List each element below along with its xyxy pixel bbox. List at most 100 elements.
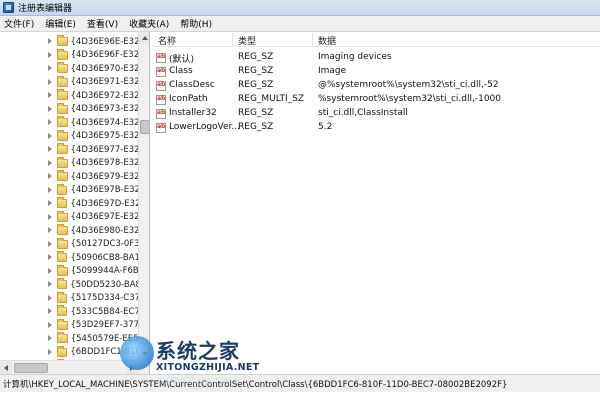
registry-key-tree[interactable]: {4D36E96E-E325 {4D36E96F-E325 {4D36E970-E3… bbox=[0, 32, 150, 374]
tree-item-label: {5450579E-EE56 bbox=[70, 333, 138, 344]
value-data: @%systemroot%\system32\sti_ci.dll,-52 bbox=[318, 80, 499, 90]
list-header: 名称 类型 数据 bbox=[152, 32, 600, 47]
value-type: REG_MULTI_SZ bbox=[238, 94, 305, 104]
value-data: %systemroot%\system32\sti_ci.dll,-1000 bbox=[318, 94, 501, 104]
tree-item-label: {5099944A-F6B9 bbox=[70, 266, 138, 277]
string-value-icon bbox=[156, 123, 166, 133]
expand-arrow-icon[interactable] bbox=[47, 348, 53, 356]
tree-item[interactable]: {533C5B84-EC70 bbox=[0, 305, 138, 319]
expand-arrow-icon[interactable] bbox=[47, 132, 53, 140]
tree-vertical-scrollbar[interactable] bbox=[138, 32, 149, 360]
expand-arrow-icon[interactable] bbox=[47, 200, 53, 207]
folder-icon bbox=[57, 305, 68, 317]
expand-arrow-icon[interactable] bbox=[47, 51, 53, 59]
value-type: REG_SZ bbox=[238, 80, 274, 90]
value-data: sti_ci.dll,ClassInstall bbox=[318, 108, 408, 118]
menu-view[interactable]: 查看(V) bbox=[83, 17, 122, 30]
value-name: IconPath bbox=[169, 94, 208, 104]
scroll-up-arrow-icon[interactable] bbox=[139, 32, 149, 44]
expand-arrow-icon[interactable] bbox=[47, 38, 53, 45]
column-header-name[interactable]: 名称 bbox=[158, 34, 176, 47]
tree-item[interactable]: {4D36E980-E325 bbox=[0, 224, 138, 238]
expand-arrow-icon[interactable] bbox=[47, 119, 53, 126]
tree-item-label: {50127DC3-0F36 bbox=[70, 239, 139, 250]
expand-arrow-icon[interactable] bbox=[47, 240, 53, 248]
tree-item[interactable]: {4D36E96E-E325 bbox=[0, 35, 138, 49]
tree-item[interactable]: {4D36E978-E325 bbox=[0, 156, 138, 171]
tree-item[interactable]: {4D36E97D-E325 bbox=[0, 197, 138, 211]
tree-item[interactable]: {50127DC3-0F36 bbox=[0, 237, 139, 252]
expand-arrow-icon[interactable] bbox=[47, 294, 53, 302]
value-data: Image bbox=[318, 66, 347, 76]
expand-arrow-icon[interactable] bbox=[47, 186, 53, 194]
tree-item-label: {4D36E972-E325 bbox=[70, 90, 139, 101]
registry-value-row[interactable]: Class REG_SZ Image bbox=[152, 65, 600, 79]
registry-value-row[interactable]: Installer32 REG_SZ sti_ci.dll,ClassInstall bbox=[152, 107, 600, 121]
tree-hscroll-thumb[interactable] bbox=[14, 363, 48, 373]
tree-item[interactable]: {5099944A-F6B9 bbox=[0, 264, 138, 279]
string-value-icon bbox=[156, 53, 166, 63]
menu-file[interactable]: 文件(F) bbox=[0, 17, 38, 30]
registry-value-row[interactable]: LowerLogoVer...REG_SZ 5.2 bbox=[152, 121, 600, 135]
tree-item[interactable]: {4D36E974-E325 bbox=[0, 116, 138, 130]
tree-horizontal-scrollbar[interactable] bbox=[0, 360, 149, 374]
column-divider[interactable] bbox=[312, 33, 313, 46]
folder-icon bbox=[57, 129, 68, 141]
expand-arrow-icon[interactable] bbox=[47, 146, 53, 153]
tree-item-label: {4D36E974-E325 bbox=[70, 117, 139, 128]
tree-item[interactable]: {6BDD1FC1-810F bbox=[0, 345, 138, 360]
menu-favorites[interactable]: 收藏夹(A) bbox=[125, 17, 173, 30]
expand-arrow-icon[interactable] bbox=[47, 267, 53, 275]
tree-item[interactable]: {50906CB8-BA12 bbox=[0, 251, 138, 265]
tree-item[interactable]: {4D36E96F-E325 bbox=[0, 48, 138, 63]
tree-scroll-thumb[interactable] bbox=[140, 120, 149, 134]
column-header-type[interactable]: 类型 bbox=[238, 34, 256, 47]
tree-item[interactable]: {5175D334-C371 bbox=[0, 291, 138, 306]
folder-icon bbox=[57, 116, 68, 128]
expand-arrow-icon[interactable] bbox=[47, 335, 53, 342]
scroll-right-arrow-icon[interactable] bbox=[126, 362, 138, 374]
tree-item[interactable]: {4D36E973-E325 bbox=[0, 102, 138, 117]
menu-help[interactable]: 帮助(H) bbox=[176, 17, 216, 30]
value-data: Imaging devices bbox=[318, 52, 392, 62]
tree-item-label: {4D36E975-E325 bbox=[70, 131, 139, 142]
folder-icon bbox=[57, 35, 68, 47]
expand-arrow-icon[interactable] bbox=[47, 105, 53, 113]
tree-item[interactable]: {50DD5230-BA8A bbox=[0, 278, 138, 292]
tree-item[interactable]: {4D36E97E-E325 bbox=[0, 210, 138, 225]
expand-arrow-icon[interactable] bbox=[47, 281, 53, 288]
expand-arrow-icon[interactable] bbox=[47, 92, 53, 99]
expand-arrow-icon[interactable] bbox=[47, 227, 53, 234]
registry-value-row[interactable]: (默认) REG_SZ Imaging devices bbox=[152, 51, 600, 65]
expand-arrow-icon[interactable] bbox=[47, 65, 53, 72]
expand-arrow-icon[interactable] bbox=[47, 321, 53, 329]
column-divider[interactable] bbox=[232, 33, 233, 46]
tree-item[interactable]: {4D36E977-E325 bbox=[0, 143, 138, 157]
scroll-left-arrow-icon[interactable] bbox=[0, 362, 12, 374]
folder-icon bbox=[57, 318, 68, 330]
current-key-path: 计算机\HKEY_LOCAL_MACHINE\SYSTEM\CurrentCon… bbox=[3, 379, 508, 390]
registry-values-list[interactable]: 名称 类型 数据 (默认) REG_SZ Imaging devices Class R… bbox=[152, 32, 600, 374]
menu-edit[interactable]: 编辑(E) bbox=[41, 17, 80, 30]
expand-arrow-icon[interactable] bbox=[47, 159, 53, 167]
scroll-down-arrow-icon[interactable] bbox=[139, 348, 149, 360]
tree-item[interactable]: {4D36E970-E325 bbox=[0, 62, 138, 76]
registry-value-row[interactable]: ClassDesc REG_SZ @%systemroot%\system32\st… bbox=[152, 79, 600, 93]
expand-arrow-icon[interactable] bbox=[47, 173, 53, 180]
tree-item[interactable]: {4D36E971-E325 bbox=[0, 75, 138, 90]
registry-value-row[interactable]: IconPath REG_MULTI_SZ %systemroot%\system3… bbox=[152, 93, 600, 107]
tree-item[interactable]: {4D36E979-E325 bbox=[0, 170, 138, 184]
folder-icon bbox=[57, 183, 68, 195]
column-header-data[interactable]: 数据 bbox=[318, 34, 336, 47]
tree-item[interactable]: {4D36E975-E325 bbox=[0, 129, 139, 144]
expand-arrow-icon[interactable] bbox=[47, 308, 53, 315]
menu-bar: 文件(F) 编辑(E) 查看(V) 收藏夹(A) 帮助(H) bbox=[0, 16, 600, 32]
expand-arrow-icon[interactable] bbox=[47, 254, 53, 261]
tree-item[interactable]: {53D29EF7-377C bbox=[0, 318, 138, 333]
folder-icon bbox=[57, 210, 68, 222]
tree-item[interactable]: {5450579E-EE56 bbox=[0, 332, 138, 346]
tree-item[interactable]: {4D36E97B-E325 bbox=[0, 183, 138, 198]
tree-item[interactable]: {4D36E972-E325 bbox=[0, 89, 138, 103]
expand-arrow-icon[interactable] bbox=[47, 213, 53, 221]
expand-arrow-icon[interactable] bbox=[47, 78, 53, 86]
